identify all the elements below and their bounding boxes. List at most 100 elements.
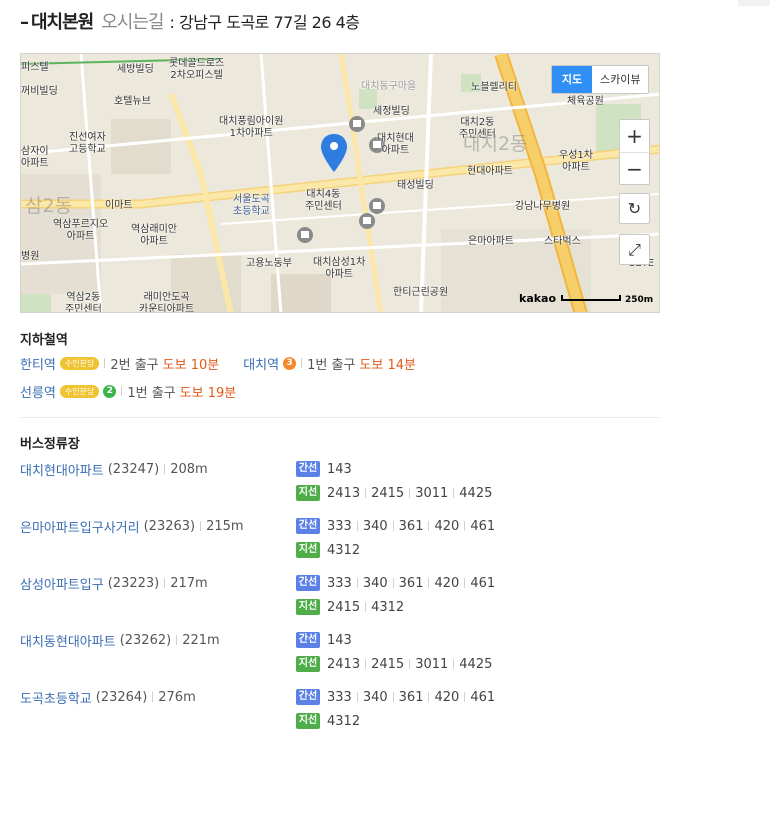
trunk-route-tag: 간선 (296, 575, 320, 591)
place-name: 대치본원 (31, 12, 94, 33)
bus-stop-distance: 208m (170, 461, 208, 477)
walk-time: 도보 10분 (162, 357, 220, 373)
map-view[interactable]: 피스텔 세방빌딩 롯데골드로즈 2차오피스텔 대치동구마을 노블렐리티 체육공원… (20, 53, 660, 313)
bus-route-number: 420 (434, 518, 460, 534)
separator (464, 692, 466, 702)
subway-station-link[interactable]: 선릉역 (20, 382, 56, 401)
bus-stop-code: (23223) (107, 575, 160, 591)
bus-route-number: 143 (327, 632, 352, 648)
branch-route-tag: 지선 (296, 656, 320, 672)
map-label: 한티근린공원 (393, 287, 449, 298)
bus-route-number: 333 (327, 518, 352, 534)
bus-stop-link[interactable]: 대치현대아파트 (20, 460, 104, 479)
trunk-route-tag: 간선 (296, 632, 320, 648)
map-district-label: 삼2동 (25, 195, 73, 217)
separator (356, 692, 358, 702)
bus-stop-link[interactable]: 도곡초등학교 (20, 688, 92, 707)
map-label: 이마트 (105, 200, 133, 211)
branch-route-row: 지선 4312 (296, 541, 360, 559)
map-label: 현대아파트 (467, 166, 513, 177)
bus-section-title: 버스정류장 (20, 437, 80, 452)
separator (365, 659, 367, 669)
scrollbar-stub (738, 0, 770, 6)
map-view-button[interactable]: 지도 (552, 66, 592, 93)
skyview-button[interactable]: 스카이뷰 (592, 66, 648, 93)
bus-stop-code: (23247) (107, 461, 160, 477)
map-label: 병원 (21, 251, 40, 262)
map-label: 래미안도곡 카운티아파트 (139, 292, 195, 313)
separator (104, 358, 106, 368)
subway-exit: 1번 출구 (127, 385, 176, 401)
branch-route-tag: 지선 (296, 713, 320, 729)
subway-row: 선릉역 수인분당 2 1번 출구 도보 19분 (20, 382, 236, 401)
zoom-in-button[interactable]: + (620, 120, 649, 152)
branch-route-row: 지선 2415 4312 (296, 598, 404, 616)
bus-route-number: 333 (327, 689, 352, 705)
subway-station-link[interactable]: 대치역 (243, 354, 279, 373)
bus-route-number: 361 (398, 575, 424, 591)
bus-route-number: 461 (470, 518, 496, 534)
bus-route-number: 2415 (371, 656, 405, 672)
separator (453, 659, 455, 669)
separator (200, 521, 202, 531)
bus-route-number: 4312 (371, 599, 405, 615)
bus-route-number: 2413 (327, 656, 361, 672)
trunk-route-tag: 간선 (296, 689, 320, 705)
separator (453, 488, 455, 498)
bus-route-number: 461 (470, 575, 496, 591)
map-label: 호텔뉴브 (114, 96, 151, 107)
fullscreen-icon[interactable]: ⤢ (619, 234, 650, 265)
place-subtitle: 오시는길 (101, 12, 164, 33)
subway-section-title: 지하철역 (20, 333, 68, 348)
map-scale-bar (561, 295, 621, 301)
location-header: – 대치본원 오시는길 : 강남구 도곡로 77길 26 4층 (20, 8, 360, 34)
bus-route-number: 3011 (415, 485, 449, 501)
line-badge: 수인분당 (59, 356, 100, 370)
branch-route-row: 지선 2413 2415 3011 4425 (296, 484, 492, 502)
map-label: 롯데골드로즈 2차오피스텔 (169, 58, 225, 81)
zoom-out-button[interactable]: − (620, 152, 649, 184)
trunk-route-row: 간선 333 340 361 420 461 (296, 517, 495, 535)
refresh-icon[interactable]: ↻ (619, 193, 650, 224)
bus-route-number: 4312 (327, 542, 361, 558)
map-label: 역삼래미안 아파트 (131, 224, 177, 247)
separator (392, 692, 394, 702)
map-label: 대치풍림아이원 1차아파트 (219, 116, 284, 139)
separator (392, 578, 394, 588)
separator (428, 692, 430, 702)
map-label: 노블렐리티 (471, 82, 517, 93)
bus-route-number: 461 (470, 689, 496, 705)
bus-route-number: 4425 (459, 485, 493, 501)
place-address: : 강남구 도곡로 77길 26 4층 (169, 13, 360, 32)
line-number-badge: 3 (283, 356, 297, 370)
bus-stop-link[interactable]: 대치동현대아파트 (20, 631, 116, 650)
map-label: 우성1차 아파트 (559, 150, 593, 173)
map-label: 역삼2동 주민센터 (65, 292, 102, 313)
bus-stop-link[interactable]: 은마아파트입구사거리 (20, 517, 140, 536)
bus-route-number: 361 (398, 518, 424, 534)
bus-route-number: 3011 (415, 656, 449, 672)
bus-route-number: 340 (362, 689, 388, 705)
bus-stop-row: 대치현대아파트 (23247) 208m (20, 460, 208, 479)
separator (464, 521, 466, 531)
map-label: 역삼푸르지오 아파트 (53, 219, 109, 242)
map-label: 체육공원 (567, 96, 604, 107)
subway-exit: 2번 출구 (110, 357, 159, 373)
bus-stop-code: (23264) (95, 689, 148, 705)
separator (365, 488, 367, 498)
map-label: 고용노동부 (246, 258, 292, 269)
separator (392, 521, 394, 531)
bus-route-number: 333 (327, 575, 352, 591)
map-label: 강남나무병원 (515, 201, 571, 212)
subway-station-link[interactable]: 한티역 (20, 354, 56, 373)
bus-stop-distance: 215m (206, 518, 244, 534)
map-label: 피스텔 (21, 62, 49, 73)
map-label: 대치동구마을 (361, 81, 417, 92)
map-label: 삼자이 아파트 (21, 146, 49, 169)
line-badge: 수인분당 (59, 384, 100, 398)
separator (356, 578, 358, 588)
bus-stop-row: 삼성아파트입구 (23223) 217m (20, 574, 208, 593)
map-brand-logo: kakao (519, 292, 557, 305)
map-district-label: 대치2동 (463, 133, 528, 155)
bus-stop-link[interactable]: 삼성아파트입구 (20, 574, 104, 593)
